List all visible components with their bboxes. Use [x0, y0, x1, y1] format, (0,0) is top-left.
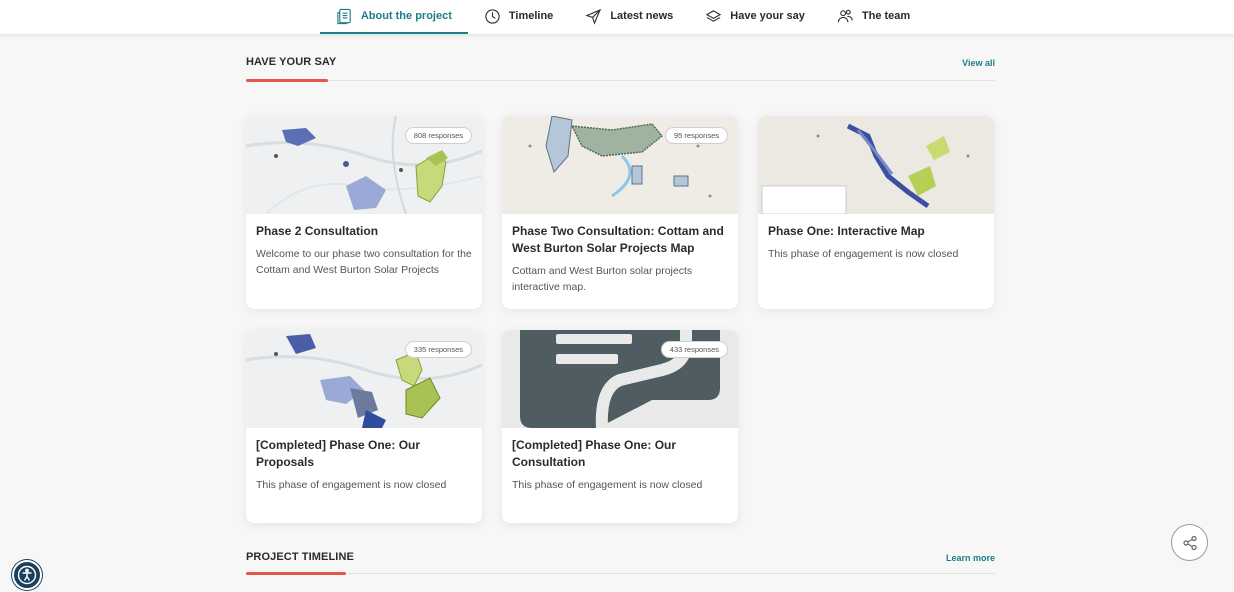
learn-more-link[interactable]: Learn more	[946, 553, 995, 563]
consultation-card[interactable]: 808 responses Phase 2 Consultation Welco…	[246, 116, 482, 309]
top-navigation: About the project Timeline Latest news H…	[0, 0, 1234, 34]
card-title: [Completed] Phase One: Our Consultation	[512, 438, 677, 469]
share-button[interactable]	[1171, 524, 1208, 561]
card-title: Phase Two Consultation: Cottam and West …	[512, 224, 724, 255]
accessibility-button[interactable]	[12, 560, 42, 590]
document-icon	[337, 8, 351, 24]
have-your-say-header: HAVE YOUR SAY View all	[246, 34, 995, 82]
tab-label: Have your say	[730, 10, 805, 22]
chat-bubble-graphic: 433 responses	[502, 330, 738, 428]
accessibility-icon	[17, 565, 37, 585]
consultation-card[interactable]: Phase One: Interactive Map This phase of…	[758, 116, 994, 309]
consultation-card[interactable]: 433 responses [Completed] Phase One: Our…	[502, 330, 738, 523]
card-description: This phase of engagement is now closed	[512, 479, 703, 491]
responses-badge: 433 responses	[660, 341, 728, 358]
project-timeline-header: PROJECT TIMELINE Learn more	[246, 534, 995, 575]
tab-the-team[interactable]: The team	[821, 0, 926, 34]
card-title: [Completed] Phase One: Our Proposals	[256, 438, 421, 469]
map-thumbnail: 335 responses	[246, 330, 482, 428]
tab-label: About the project	[360, 10, 452, 22]
tab-label: Latest news	[610, 10, 674, 22]
tab-latest-news[interactable]: Latest news	[569, 0, 689, 34]
tab-timeline[interactable]: Timeline	[468, 0, 569, 34]
section-title: PROJECT TIMELINE	[246, 551, 354, 563]
responses-badge: 808 responses	[404, 127, 472, 144]
map-thumbnail: 95 responses	[502, 116, 738, 214]
layers-icon	[706, 9, 722, 22]
tab-label: Timeline	[508, 10, 554, 22]
map-thumbnail	[758, 116, 994, 214]
section-underline	[246, 572, 346, 575]
section-title: HAVE YOUR SAY	[246, 56, 337, 68]
card-title: Phase One: Interactive Map	[768, 224, 925, 238]
tab-about-the-project[interactable]: About the project	[319, 0, 468, 34]
tab-label: The team	[861, 10, 911, 22]
card-description: This phase of engagement is now closed	[256, 479, 447, 491]
main-content: HAVE YOUR SAY View all 808 responses Pha…	[246, 34, 995, 575]
consultation-card[interactable]: 95 responses Phase Two Consultation: Cot…	[502, 116, 738, 309]
tab-have-your-say[interactable]: Have your say	[689, 0, 821, 34]
card-title: Phase 2 Consultation	[256, 224, 379, 238]
nav-tabs: About the project Timeline Latest news H…	[319, 0, 926, 34]
consultation-card[interactable]: 335 responses [Completed] Phase One: Our…	[246, 330, 482, 523]
card-description: Cottam and West Burton solar projects in…	[512, 265, 693, 293]
card-description: Welcome to our phase two consultation fo…	[256, 248, 472, 276]
responses-badge: 335 responses	[404, 341, 472, 358]
card-grid: 808 responses Phase 2 Consultation Welco…	[246, 81, 995, 534]
clock-icon	[485, 8, 500, 24]
share-icon	[1182, 535, 1197, 550]
people-icon	[837, 9, 853, 22]
view-all-link[interactable]: View all	[962, 58, 995, 68]
responses-badge: 95 responses	[664, 127, 728, 144]
send-icon	[585, 8, 602, 25]
map-thumbnail: 808 responses	[246, 116, 482, 214]
card-description: This phase of engagement is now closed	[768, 248, 959, 260]
